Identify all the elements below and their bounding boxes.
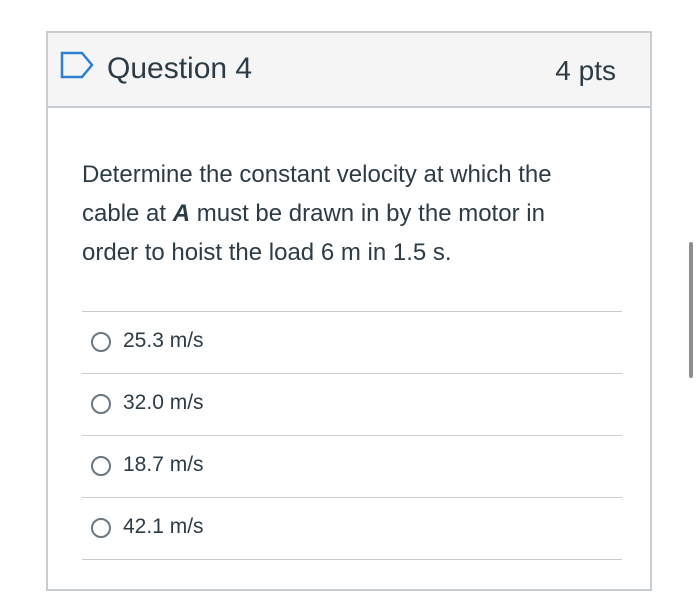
answer-label[interactable]: 18.7 m/s xyxy=(123,452,204,478)
answer-label[interactable]: 42.1 m/s xyxy=(123,514,204,540)
question-header: Question 4 4 pts xyxy=(48,33,650,108)
answer-option-1[interactable]: 25.3 m/s xyxy=(82,311,622,373)
answer-list: 25.3 m/s 32.0 m/s 18.7 m/s 42.1 m/s xyxy=(82,311,622,560)
radio-button[interactable] xyxy=(91,394,111,414)
question-text-bold: A xyxy=(172,200,191,227)
flag-icon[interactable] xyxy=(60,51,94,79)
question-title: Question 4 xyxy=(107,52,253,85)
radio-button[interactable] xyxy=(91,332,111,352)
radio-button[interactable] xyxy=(91,456,111,476)
answer-option-3[interactable]: 18.7 m/s xyxy=(82,435,622,497)
scrollbar[interactable] xyxy=(689,242,693,378)
answer-label[interactable]: 32.0 m/s xyxy=(123,390,204,416)
radio-button[interactable] xyxy=(91,518,111,538)
question-points: 4 pts xyxy=(555,55,616,86)
answer-label[interactable]: 25.3 m/s xyxy=(123,328,204,354)
answer-option-2[interactable]: 32.0 m/s xyxy=(82,373,622,435)
question-text: Determine the constant velocity at which… xyxy=(82,155,592,272)
question-card: Question 4 4 pts Determine the constant … xyxy=(46,31,652,591)
answer-option-4[interactable]: 42.1 m/s xyxy=(82,497,622,560)
